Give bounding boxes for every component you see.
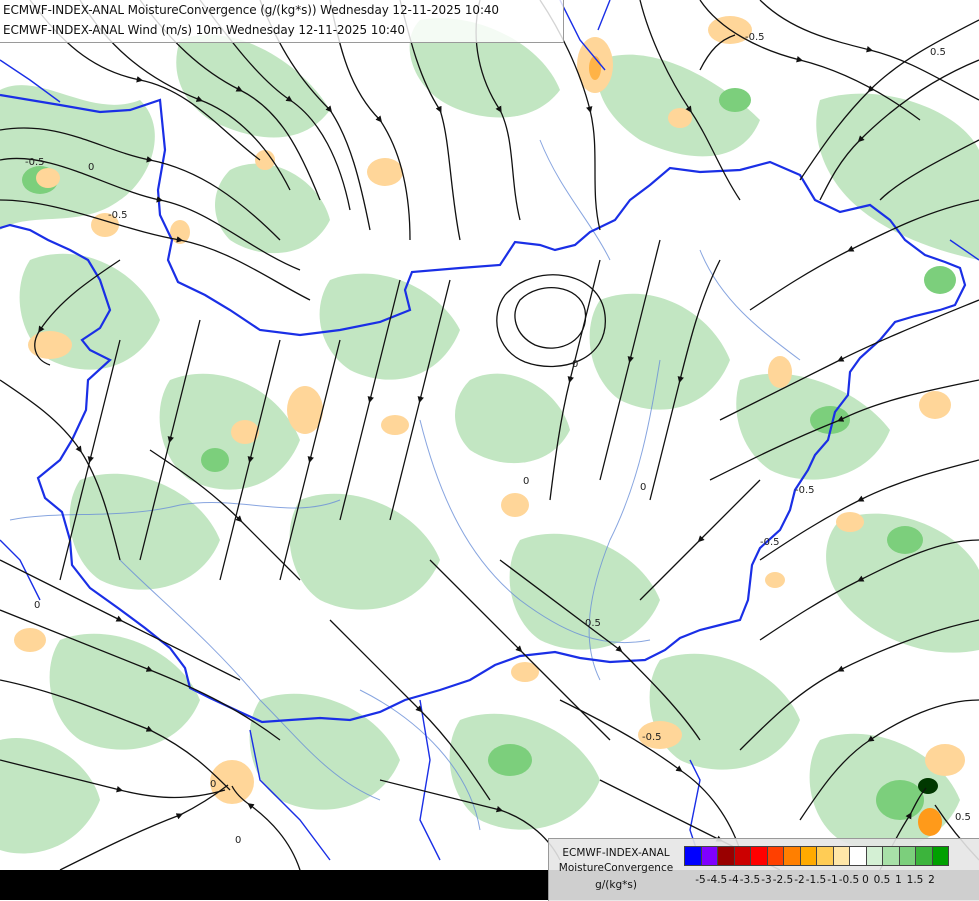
legend-tick-label: -1 [827,874,838,886]
header-wind-title: ECMWF-INDEX-ANAL Wind (m/s) 10m Wednesda… [3,23,405,37]
header-moisture-title: ECMWF-INDEX-ANAL MoistureConvergence (g/… [3,3,499,17]
contour-label: 0.5 [930,47,946,58]
contour-label: 0 [572,359,578,370]
legend-tick-label: -3.5 [739,874,761,886]
contour-label: 0 [34,600,40,611]
contour-label: -0.5 [25,157,45,168]
legend-swatch [865,846,883,866]
legend-tick-label: -2.5 [772,874,794,886]
legend-tick-label: 2 [928,874,935,886]
legend-swatch [766,846,784,866]
legend-swatch [898,846,916,866]
legend-unit: g/(kg*s) [595,879,637,891]
legend-swatch [783,846,801,866]
legend-variable: MoistureConvergence [558,862,674,874]
legend-source: ECMWF-INDEX-ANAL [562,847,670,859]
legend-tick-label: 0.5 [873,874,891,886]
legend-swatch [832,846,850,866]
map-header: ECMWF-INDEX-ANAL MoistureConvergence (g/… [0,0,564,43]
legend-swatch [816,846,834,866]
legend-swatch [849,846,867,866]
legend-tick-label: -1.5 [805,874,827,886]
contour-label: 0 [523,476,529,487]
legend-tick-labels: -5 -4.5 -4 -3.5 -3 -2.5 -2 -1.5 -1 -0.5 0 0.5 1 1.5 2 [684,874,974,888]
legend-tick-label: -3 [761,874,772,886]
legend-swatch [750,846,768,866]
contour-label: -0.5 [760,537,780,548]
contour-label: 0.5 [955,812,971,823]
contour-label: -0.5 [108,210,128,221]
legend-tick-label: -4.5 [706,874,728,886]
contour-label: 0 [640,482,646,493]
legend-swatch [717,846,735,866]
color-legend: ECMWF-INDEX-ANAL MoistureConvergence g/(… [548,838,979,901]
legend-swatches [684,846,949,866]
legend-swatch [700,846,718,866]
contour-label: 0 [235,835,241,846]
legend-swatch [931,846,949,866]
legend-tick-label: -5 [695,874,706,886]
legend-swatch [915,846,933,866]
legend-swatch [684,846,702,866]
legend-swatch [799,846,817,866]
contour-label: 0.5 [585,618,601,629]
legend-tick-label: -4 [728,874,739,886]
legend-tick-label: 1 [895,874,902,886]
legend-tick-label: -0.5 [838,874,860,886]
contour-label: 0 [88,162,94,173]
contour-label: -0.5 [745,32,765,43]
contour-label: 0 [210,779,216,790]
legend-swatch [882,846,900,866]
legend-tick-label: 0 [862,874,869,886]
contour-label: -0.5 [795,485,815,496]
weather-map: -0.5 -0.5 0 -0.5 0.5 -0.5 0 0 0 0.5 -0.5 -0.5 0 0 0.5 0 [0,0,979,871]
legend-swatch [733,846,751,866]
legend-tick-label: 1.5 [906,874,924,886]
contour-label: -0.5 [642,732,662,743]
legend-tick-label: -2 [794,874,805,886]
